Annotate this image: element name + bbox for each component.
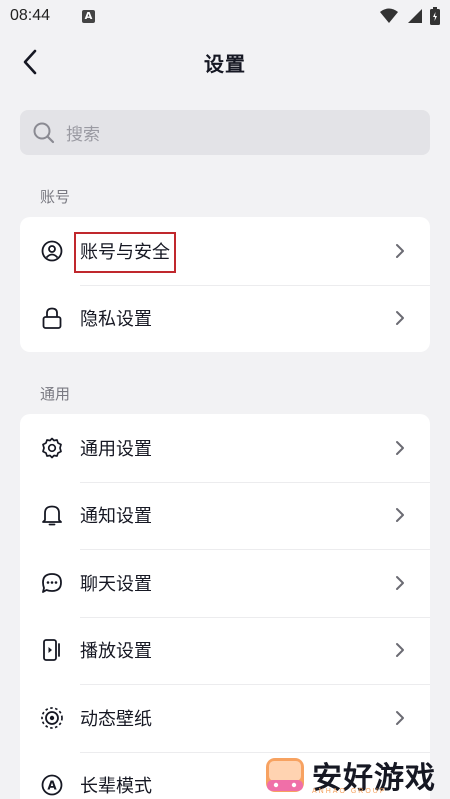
section-label-general: 通用 <box>40 385 71 403</box>
wifi-icon <box>380 8 398 23</box>
row-account-security[interactable]: 账号与安全 <box>20 217 430 285</box>
notification-a-icon: A <box>82 9 96 23</box>
user-circle-icon <box>40 239 64 263</box>
gamepad-logo-icon <box>266 758 304 792</box>
header: 设置 <box>0 36 450 88</box>
bell-icon <box>40 503 64 527</box>
chevron-right-icon <box>396 243 404 258</box>
row-label-privacy: 隐私设置 <box>80 309 152 331</box>
row-privacy-settings[interactable]: 隐私设置 <box>20 284 430 353</box>
chat-bubble-icon <box>40 571 64 595</box>
row-general-settings[interactable]: 通用设置 <box>20 414 430 482</box>
row-label-wallpaper: 动态壁纸 <box>80 708 152 730</box>
row-label-notification: 通知设置 <box>80 506 152 528</box>
row-chat-settings[interactable]: 聊天设置 <box>20 549 430 617</box>
elder-mode-icon: A <box>40 773 64 797</box>
chevron-right-icon <box>396 710 404 725</box>
watermark-subtext: ANHAO GROUP <box>312 788 387 795</box>
status-time: 08:44 <box>10 7 51 24</box>
search-input[interactable]: 搜索 <box>20 110 430 155</box>
account-card: 账号与安全 隐私设置 <box>20 217 430 352</box>
general-card: 通用设置 通知设置 聊天设置 播放设置 动态壁纸 A 长辈模式 <box>20 414 430 799</box>
status-right-icons <box>380 7 440 25</box>
status-bar: 08:44 A <box>0 0 450 32</box>
chevron-right-icon <box>396 311 404 326</box>
row-playback-settings[interactable]: 播放设置 <box>20 616 430 685</box>
wallpaper-icon <box>40 706 64 730</box>
gear-icon <box>40 436 64 460</box>
row-label-playback: 播放设置 <box>80 641 152 663</box>
battery-icon <box>430 7 440 25</box>
row-notification-settings[interactable]: 通知设置 <box>20 481 430 550</box>
play-device-icon <box>40 638 64 662</box>
lock-icon <box>40 306 64 330</box>
search-icon <box>33 122 55 143</box>
row-label-chat: 聊天设置 <box>80 573 152 595</box>
signal-icon <box>408 9 422 23</box>
chevron-right-icon <box>396 575 404 590</box>
search-placeholder: 搜索 <box>66 125 100 145</box>
watermark-logo: 安好游戏 ANHAO GROUP <box>264 753 436 797</box>
chevron-right-icon <box>396 440 404 455</box>
page-title: 设置 <box>204 52 246 76</box>
row-live-wallpaper[interactable]: 动态壁纸 <box>20 684 430 752</box>
section-label-account: 账号 <box>40 188 71 206</box>
row-label-general: 通用设置 <box>80 438 152 460</box>
svg-text:A: A <box>47 779 57 793</box>
chevron-right-icon <box>396 643 404 658</box>
row-label-account-security: 账号与安全 <box>74 231 176 273</box>
chevron-right-icon <box>396 508 404 523</box>
